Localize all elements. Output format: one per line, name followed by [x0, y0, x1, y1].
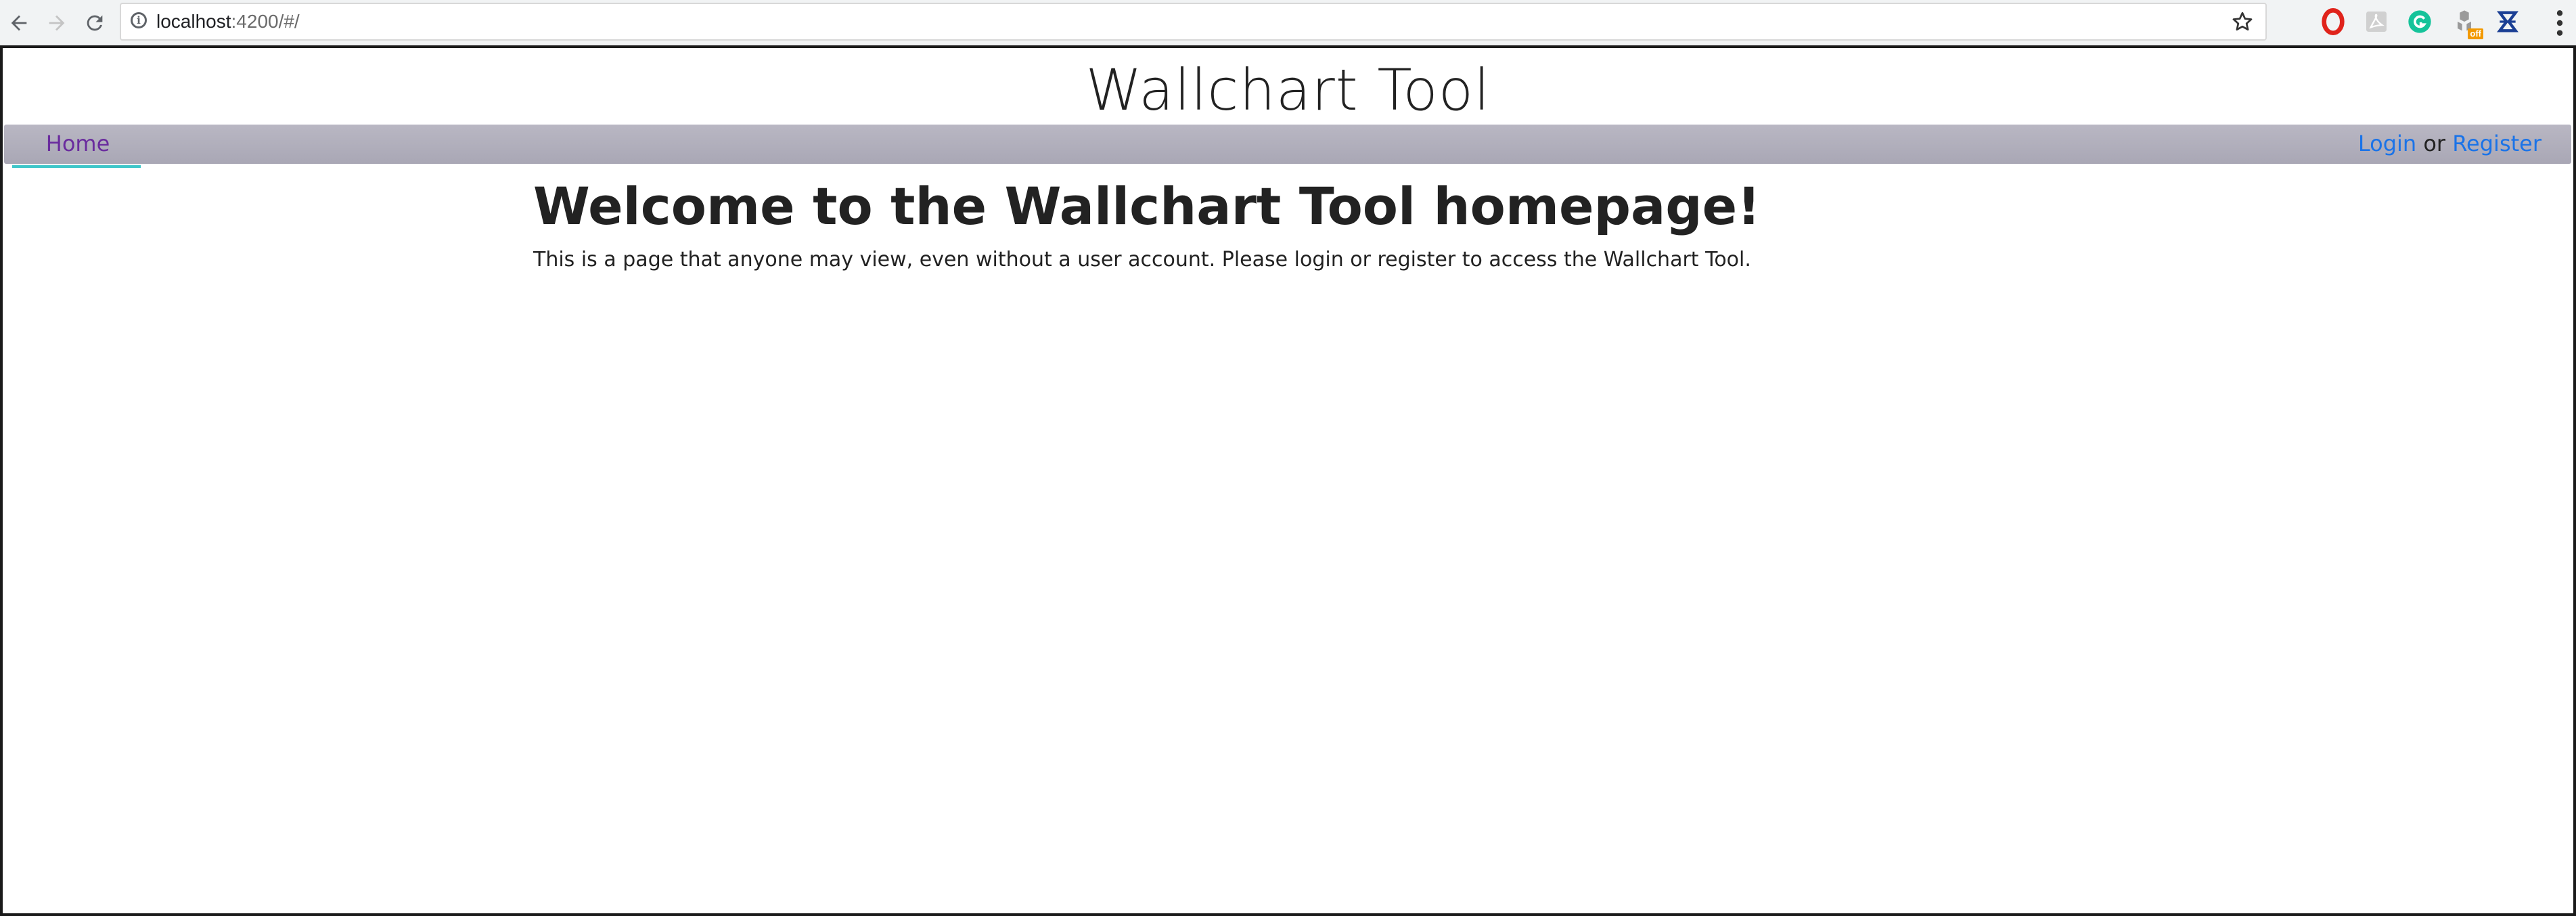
page-heading: Welcome to the Wallchart Tool homepage!: [533, 176, 1761, 236]
address-bar[interactable]: i localhost:4200/#/: [120, 3, 2267, 41]
navbar: Home Login or Register: [4, 125, 2571, 164]
auth-links: Login or Register: [2358, 125, 2541, 164]
page-viewport: Wallchart Tool Home Login or Register We…: [0, 45, 2576, 916]
url-path: :4200/#/: [231, 11, 300, 32]
extension-off-icon[interactable]: off: [2451, 8, 2483, 39]
menu-dots-icon[interactable]: [2553, 8, 2567, 38]
or-text: or: [2423, 131, 2446, 156]
register-link[interactable]: Register: [2452, 131, 2541, 156]
reload-icon: [87, 15, 103, 31]
url-host: localhost: [156, 11, 231, 32]
opera-icon[interactable]: [2320, 8, 2347, 35]
back-arrow-icon: [11, 15, 27, 31]
extension-blue-icon[interactable]: [2494, 8, 2521, 35]
reload-button[interactable]: [76, 4, 114, 42]
info-icon[interactable]: i: [131, 12, 147, 28]
browser-toolbar: i localhost:4200/#/ off: [0, 0, 2576, 46]
off-badge: off: [2468, 28, 2483, 39]
bookmark-star-icon[interactable]: [2230, 9, 2255, 34]
url-text: localhost:4200/#/: [156, 4, 300, 39]
pdf-icon[interactable]: [2363, 8, 2390, 35]
nav-home-link[interactable]: Home: [14, 125, 142, 164]
forward-arrow-icon: [49, 15, 65, 31]
forward-button[interactable]: [38, 4, 76, 42]
back-button[interactable]: [0, 4, 38, 42]
page-description: This is a page that anyone may view, eve…: [533, 248, 1751, 271]
grammarly-icon[interactable]: [2406, 8, 2433, 35]
active-tab-indicator: [12, 165, 141, 168]
site-title: Wallchart Tool: [1085, 57, 1491, 123]
login-link[interactable]: Login: [2358, 131, 2416, 156]
